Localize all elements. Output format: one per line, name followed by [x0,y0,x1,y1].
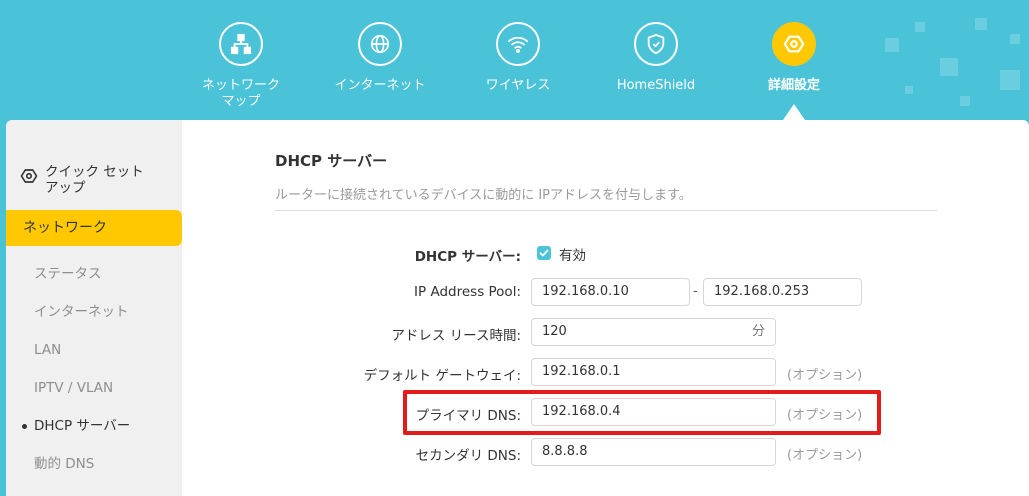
sidebar-item-internet[interactable]: インターネット [6,297,182,327]
ip-pool-start-input[interactable]: 192.168.0.10 [531,278,690,306]
active-nav-pointer [783,104,805,120]
network-map-icon [219,22,263,66]
ip-pool-dash: - [693,284,698,299]
nav-advanced-settings[interactable]: 詳細設定 [729,22,859,94]
sidebar: クイック セット アップ ネットワーク ステータス インターネット LAN IP… [6,120,182,496]
section-title: DHCP サーバー [275,152,388,170]
sidebar-item-iptv-vlan[interactable]: IPTV / VLAN [6,373,182,403]
sidebar-quick-setup-label: クイック セット アップ [45,164,144,196]
nav-homeshield[interactable]: HomeShield [591,22,721,94]
dhcp-enable-checkbox[interactable] [537,246,551,260]
sidebar-item-dhcp-server[interactable]: DHCP サーバー [6,411,182,441]
sidebar-item-label: 動的 DNS [34,456,95,472]
globe-icon [358,22,402,66]
sidebar-item-lan[interactable]: LAN [6,335,182,365]
dhcp-enable-label: DHCP サーバー: [414,249,521,265]
wifi-icon [496,22,540,66]
sidebar-item-label: インターネット [34,304,129,320]
sidebar-item-label: LAN [34,342,62,358]
nav-internet[interactable]: インターネット [315,22,445,94]
lease-time-value: 120 [542,324,567,339]
sidebar-item-dynamic-dns[interactable]: 動的 DNS [6,449,182,479]
nav-network-map[interactable]: ネットワーク マップ [176,22,306,110]
nav-label: ワイヤレス [485,78,551,93]
nav-wireless[interactable]: ワイヤレス [453,22,583,94]
home-shield-icon [634,22,678,66]
top-nav: ネットワーク マップ インターネット ワイヤレス HomeShield 詳細設定 [0,0,1029,120]
nav-label: HomeShield [616,78,696,93]
gear-icon [20,169,38,183]
nav-label: インターネット [334,78,426,93]
optional-hint: (オプション) [787,448,863,463]
section-description: ルーターに接続されているデバイスに動的に IPアドレスを付与します。 [275,188,692,203]
ip-pool-end-input[interactable]: 192.168.0.253 [703,278,862,306]
lease-time-input[interactable]: 120 分 [531,318,776,346]
default-gateway-label: デフォルト ゲートウェイ: [363,368,521,384]
gear-icon [772,22,816,66]
dhcp-enable-value: 有効 [559,248,586,264]
main-panel: DHCP サーバー ルーターに接続されているデバイスに動的に IPアドレスを付与… [182,120,1029,496]
sidebar-item-status[interactable]: ステータス [6,259,182,289]
secondary-dns-input[interactable]: 8.8.8.8 [531,438,776,466]
active-bullet [22,424,27,429]
top-banner: ネットワーク マップ インターネット ワイヤレス HomeShield 詳細設定 [0,0,1029,130]
primary-dns-highlight-box [403,390,881,435]
lease-time-label: アドレス リース時間: [391,328,521,344]
sidebar-quick-setup[interactable]: クイック セット アップ [20,164,170,196]
divider [275,210,937,211]
ip-pool-label: IP Address Pool: [414,284,521,300]
checkmark-icon [539,249,549,257]
sidebar-item-label: ステータス [34,266,102,282]
sidebar-item-label: DHCP サーバー [34,418,131,434]
nav-label: 詳細設定 [767,78,820,93]
secondary-dns-label: セカンダリ DNS: [415,448,521,464]
sidebar-item-label: IPTV / VLAN [34,380,114,396]
sidebar-group-network[interactable]: ネットワーク [6,210,182,246]
nav-label: ネットワーク マップ [201,78,280,109]
default-gateway-input[interactable]: 192.168.0.1 [531,358,776,386]
optional-hint: (オプション) [787,368,863,383]
lease-time-unit: 分 [751,324,765,339]
